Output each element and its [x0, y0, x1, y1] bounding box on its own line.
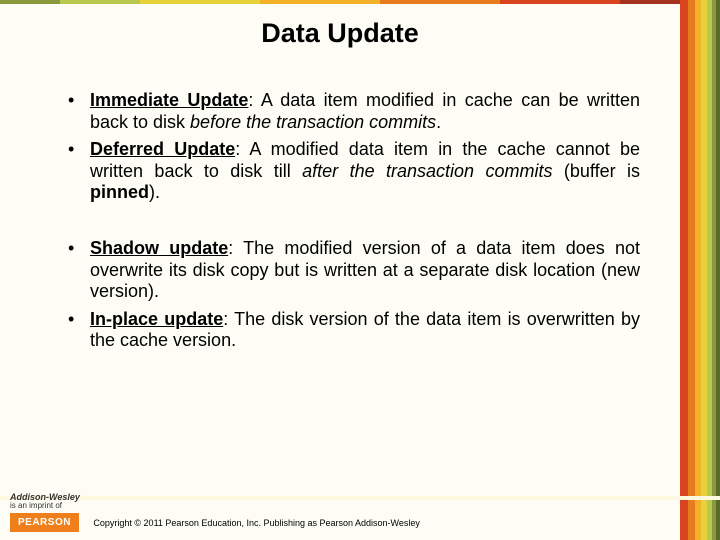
copyright-text: Copyright © 2011 Pearson Education, Inc.…	[93, 518, 420, 528]
footer: Addison-Wesley is an imprint of PEARSON …	[10, 493, 690, 532]
bullet-inplace-update: In-place update: The disk version of the…	[60, 309, 640, 352]
spacer	[60, 210, 640, 238]
imprint-line: is an imprint of	[10, 501, 62, 510]
bullet-shadow-update: Shadow update: The modified version of a…	[60, 238, 640, 303]
bullet-immediate-update: Immediate Update: A data item modified i…	[60, 90, 640, 133]
slide-body: Immediate Update: A data item modified i…	[60, 90, 640, 358]
pearson-logo: PEARSON	[10, 513, 79, 532]
right-accent-stripe	[680, 0, 720, 540]
bullet-label: Deferred Update	[90, 139, 235, 159]
top-accent-bar	[0, 0, 720, 4]
bullet-label: Immediate Update	[90, 90, 248, 110]
imprint-block: Addison-Wesley is an imprint of	[10, 493, 690, 510]
bullet-deferred-update: Deferred Update: A modified data item in…	[60, 139, 640, 204]
slide-title: Data Update	[0, 18, 680, 49]
bullet-label: Shadow update	[90, 238, 228, 258]
bullet-label: In-place update	[90, 309, 223, 329]
